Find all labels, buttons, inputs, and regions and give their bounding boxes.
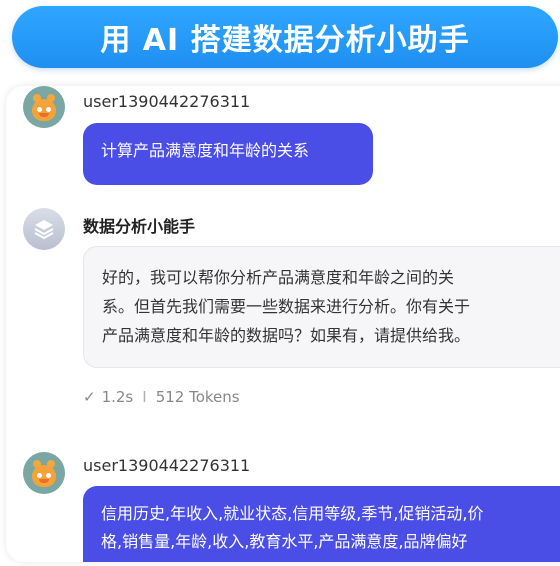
title-banner: 用 AI 搭建数据分析小助手	[12, 6, 558, 68]
user-message-line: 格,销售量,年龄,收入,教育水平,产品满意度,品牌偏好	[101, 532, 468, 551]
user-avatar[interactable]	[23, 452, 65, 494]
assistant-message-line: 好的，我可以帮你分析产品满意度和年龄之间的关	[102, 268, 455, 287]
user-avatar[interactable]	[23, 86, 65, 128]
banner-title: 用 AI 搭建数据分析小助手	[100, 23, 470, 58]
token-count: 512 Tokens	[155, 388, 240, 406]
page: 用 AI 搭建数据分析小助手 user1390442276311 计算产品满意度…	[0, 0, 560, 566]
response-time: 1.2s	[101, 388, 134, 406]
assistant-message-line: 产品满意度和年龄的数据吗？如果有，请提供给我。	[102, 326, 471, 345]
message-meta: ✓ 1.2s I 512 Tokens	[83, 388, 240, 406]
assistant-name: 数据分析小能手	[83, 217, 196, 236]
chat-panel: user1390442276311 计算产品满意度和年龄的关系 数据分析小能手 …	[6, 86, 560, 562]
user-message: 计算产品满意度和年龄的关系	[83, 123, 373, 185]
meta-separator: I	[142, 388, 147, 406]
user-name: user1390442276311	[83, 92, 251, 111]
assistant-message: 好的，我可以帮你分析产品满意度和年龄之间的关 系。但首先我们需要一些数据来进行分…	[83, 246, 560, 368]
check-icon: ✓	[83, 388, 96, 406]
user-message: 信用历史,年收入,就业状态,信用等级,季节,促销活动,价 格,销售量,年龄,收入…	[83, 486, 560, 562]
layers-icon	[34, 220, 54, 240]
assistant-message-line: 系。但首先我们需要一些数据来进行分析。你有关于	[102, 297, 471, 316]
user-name: user1390442276311	[83, 456, 251, 475]
assistant-avatar[interactable]	[23, 208, 65, 250]
user-message-line: 信用历史,年收入,就业状态,信用等级,季节,促销活动,价	[101, 504, 484, 523]
